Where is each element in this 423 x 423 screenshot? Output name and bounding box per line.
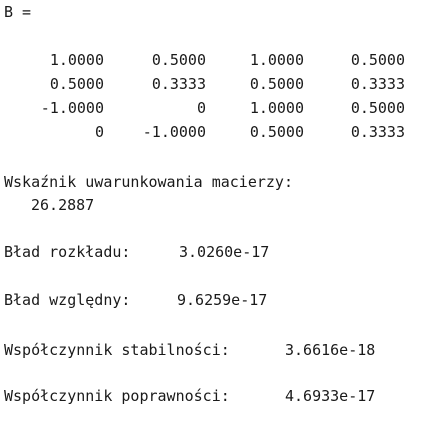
decomp-error-value: 3.0260e-17 [179,243,270,261]
relative-error-value: 9.6259e-17 [177,291,268,309]
matrix-cell: -1.0000 [142,123,206,141]
matrix-row: -1.0000 0 1.0000 0.5000 [0,98,423,118]
condition-value: 26.2887 [31,196,95,214]
matrix-cell: 1.0000 [249,99,304,117]
matrix-cell: 0.3333 [151,75,206,93]
matrix-cell: 0 [196,99,206,117]
matrix-cell: 0.3333 [350,123,405,141]
matrix-row: 0.5000 0.3333 0.5000 0.3333 [0,74,423,94]
condition-label: Wskaźnik uwarunkowania macierzy: [4,173,293,191]
matrix-cell: 0.5000 [249,75,304,93]
matrix-cell: 0.5000 [49,75,104,93]
matrix-label: B = [4,3,32,21]
command-window-output: B = 1.0000 0.5000 1.0000 0.5000 0.5000 0… [0,0,423,423]
matrix-cell: 0.3333 [350,75,405,93]
correctness-value: 4.6933e-17 [285,387,376,405]
matrix-row: 1.0000 0.5000 1.0000 0.5000 [0,50,423,70]
matrix-cell: 0.5000 [350,51,405,69]
matrix-cell: 1.0000 [49,51,104,69]
matrix-cell: 0.5000 [151,51,206,69]
matrix-cell: 0 [94,123,104,141]
correctness-label: Współczynnik poprawności: [4,387,230,405]
decomp-error-label: Bład rozkładu: [4,243,131,261]
stability-label: Współczynnik stabilności: [4,341,230,359]
matrix-cell: 1.0000 [249,51,304,69]
matrix-cell: -1.0000 [40,99,104,117]
matrix-cell: 0.5000 [350,99,405,117]
matrix-row: 0 -1.0000 0.5000 0.3333 [0,122,423,142]
matrix-cell: 0.5000 [249,123,304,141]
stability-value: 3.6616e-18 [285,341,376,359]
relative-error-label: Bład względny: [4,291,131,309]
